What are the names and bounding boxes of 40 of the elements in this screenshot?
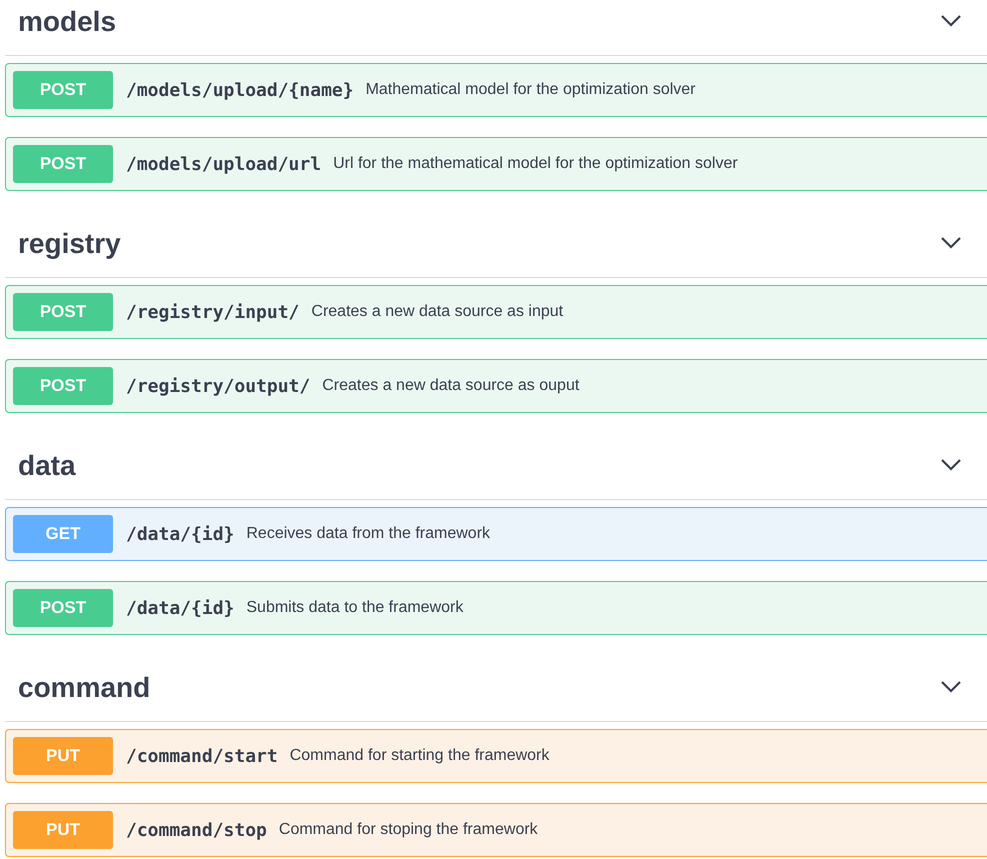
endpoint-summary: Mathematical model for the optimization solver <box>366 81 696 99</box>
endpoint-path: /models/upload/{name} <box>126 80 354 100</box>
endpoint-path: /registry/input/ <box>126 302 300 322</box>
method-badge: PUT <box>13 737 113 775</box>
operation-row[interactable]: POST /registry/input/ Creates a new data source as input <box>5 285 987 339</box>
endpoint-summary: Creates a new data source as input <box>311 303 564 321</box>
method-badge: POST <box>13 367 113 405</box>
section-title: command <box>18 671 150 705</box>
endpoint-path: /command/stop <box>126 820 267 840</box>
endpoint-path: /models/upload/url <box>126 154 322 174</box>
chevron-icon[interactable] <box>940 236 962 250</box>
endpoint-summary: Command for stoping the framework <box>278 821 538 839</box>
endpoint-summary: Command for starting the framework <box>290 747 550 765</box>
operation-row[interactable]: PUT /command/start Command for starting the framework <box>5 729 987 783</box>
endpoint-path: /data/{id} <box>126 598 234 618</box>
endpoint-summary: Url for the mathematical model for the optimization solver <box>333 155 738 173</box>
method-badge: GET <box>13 515 113 553</box>
operation-row[interactable]: POST /models/upload/{name} Mathematical model for the optimization solver <box>5 63 987 117</box>
method-badge: PUT <box>13 811 113 849</box>
operation-row[interactable]: POST /models/upload/url Url for the mathematical model for the optimization solver <box>5 137 987 191</box>
endpoint-path: /command/start <box>126 746 278 766</box>
section-title: registry <box>18 227 121 261</box>
method-badge: POST <box>13 71 113 109</box>
section-title: data <box>18 449 76 483</box>
section-title: models <box>18 5 116 39</box>
endpoint-path: /registry/output/ <box>126 376 310 396</box>
chevron-icon[interactable] <box>940 680 962 694</box>
operation-row[interactable]: PUT /command/stop Command for stoping the framework <box>5 803 987 857</box>
chevron-icon[interactable] <box>940 14 962 28</box>
method-badge: POST <box>13 589 113 627</box>
operation-row[interactable]: POST /data/{id} Submits data to the framework <box>5 581 987 635</box>
endpoint-summary: Receives data from the framework <box>246 525 490 543</box>
method-badge: POST <box>13 293 113 331</box>
endpoint-summary: Submits data to the framework <box>246 599 464 617</box>
endpoint-path: /data/{id} <box>126 524 234 544</box>
operation-row[interactable]: GET /data/{id} Receives data from the framework <box>5 507 987 561</box>
endpoint-summary: Creates a new data source as ouput <box>322 377 580 395</box>
method-badge: POST <box>13 145 113 183</box>
operation-row[interactable]: POST /registry/output/ Creates a new data source as ouput <box>5 359 987 413</box>
chevron-icon[interactable] <box>940 458 962 472</box>
